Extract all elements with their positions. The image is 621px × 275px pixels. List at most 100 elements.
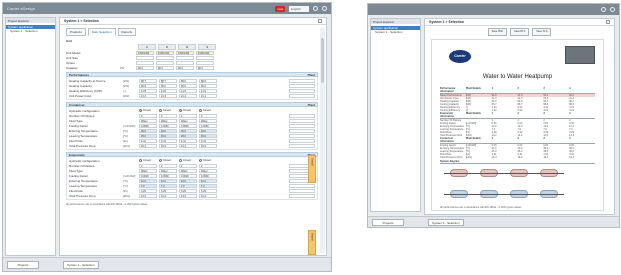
value-cell[interactable]: 0.0000	[199, 173, 217, 178]
new-badge[interactable]: new	[275, 5, 285, 12]
plant-value-cell[interactable]	[289, 133, 315, 138]
value-cell[interactable]: 61WG090	[176, 50, 194, 55]
value-cell[interactable]: Water	[179, 118, 197, 123]
value-cell[interactable]: 90.0	[136, 65, 154, 70]
value-cell[interactable]: Water	[179, 168, 197, 173]
radio-circle-icon[interactable]	[199, 109, 202, 112]
value-cell[interactable]: 4.23	[139, 88, 157, 93]
value-cell[interactable]: Water	[139, 118, 157, 123]
value-cell[interactable]: 88.6	[179, 78, 197, 83]
value-cell[interactable]: 2	[139, 163, 157, 168]
value-cell[interactable]	[196, 60, 214, 65]
tab-main-selection[interactable]: Main Selection	[87, 28, 116, 36]
value-cell[interactable]: 3.29	[159, 188, 177, 193]
plant-value-cell[interactable]	[289, 83, 315, 88]
value-cell[interactable]: 21.3	[139, 93, 157, 98]
value-cell[interactable]	[136, 55, 154, 60]
value-cell[interactable]: 45.0	[139, 133, 157, 138]
search-side-button-2[interactable]: Search	[308, 230, 316, 255]
projects-button[interactable]: Projects	[372, 219, 404, 226]
value-cell[interactable]: 12.0	[159, 178, 177, 183]
radio-option[interactable]: Closed	[179, 159, 197, 162]
scroll-thumb[interactable]	[321, 38, 324, 83]
plant-value-cell[interactable]	[289, 88, 315, 93]
value-cell[interactable]: 14.2	[159, 193, 177, 198]
value-cell[interactable]: 4.23	[159, 88, 177, 93]
radio-option[interactable]: Closed	[159, 109, 177, 112]
value-cell[interactable]: 3.29	[199, 188, 217, 193]
sidebar-item-selection[interactable]: System 1 - Selection	[371, 30, 420, 34]
radio-circle-icon[interactable]	[139, 109, 142, 112]
value-cell[interactable]: 14.2	[199, 193, 217, 198]
value-cell[interactable]	[196, 55, 214, 60]
value-cell[interactable]: 2	[199, 163, 217, 168]
plant-value-cell[interactable]	[289, 193, 315, 198]
value-cell[interactable]: 21.3	[159, 93, 177, 98]
close-icon[interactable]	[318, 19, 322, 23]
plant-value-cell[interactable]	[289, 123, 315, 128]
tab-products[interactable]: Products	[66, 28, 86, 36]
value-cell[interactable]: Water	[159, 118, 177, 123]
value-cell[interactable]: 90.0	[176, 65, 194, 70]
value-cell[interactable]: 0.0000	[199, 123, 217, 128]
value-cell[interactable]: 90.0	[179, 83, 197, 88]
radio-circle-icon[interactable]	[179, 109, 182, 112]
value-cell[interactable]: 2	[159, 163, 177, 168]
value-cell[interactable]	[176, 60, 194, 65]
value-cell[interactable]	[156, 60, 174, 65]
value-cell[interactable]: 0.0000	[139, 123, 157, 128]
value-cell[interactable]: Water	[159, 168, 177, 173]
search-side-button[interactable]: Search	[308, 155, 316, 183]
value-cell[interactable]: 19.4	[159, 143, 177, 148]
value-cell[interactable]: 4.31	[199, 138, 217, 143]
save-pdf-button[interactable]: Save PDF	[487, 28, 508, 36]
document-tab[interactable]: System 1 - Selection	[63, 261, 99, 269]
plant-value-cell[interactable]	[289, 128, 315, 133]
value-cell[interactable]: 12.0	[179, 178, 197, 183]
plant-value-cell[interactable]	[289, 93, 315, 98]
value-cell[interactable]: 61WG090	[136, 50, 154, 55]
value-cell[interactable]	[176, 55, 194, 60]
value-cell[interactable]: 90.0	[139, 83, 157, 88]
sidebar-item-selection[interactable]: System 1 - Selection	[6, 29, 55, 33]
value-cell[interactable]: 0.0000	[159, 123, 177, 128]
value-cell[interactable]: 12.0	[139, 178, 157, 183]
plant-value-cell[interactable]	[289, 138, 315, 143]
tab-reports[interactable]: Reports	[117, 28, 137, 36]
value-cell[interactable]: 45.0	[199, 133, 217, 138]
value-cell[interactable]: 0.0000	[159, 173, 177, 178]
save-rtf-button[interactable]: Save RTF	[510, 28, 530, 36]
radio-option[interactable]: Closed	[139, 109, 157, 112]
radio-circle-icon[interactable]	[139, 159, 142, 162]
radio-circle-icon[interactable]	[179, 159, 182, 162]
value-cell[interactable]: 19.4	[139, 143, 157, 148]
value-cell[interactable]: 4.31	[139, 138, 157, 143]
value-cell[interactable]: 19.4	[179, 143, 197, 148]
value-cell[interactable]: 45.0	[179, 133, 197, 138]
radio-option[interactable]: Closed	[139, 159, 157, 162]
value-cell[interactable]: 12.0	[199, 178, 217, 183]
value-cell[interactable]: 7.0	[159, 183, 177, 188]
value-cell[interactable]: 19.4	[199, 143, 217, 148]
value-cell[interactable]: 2	[139, 113, 157, 118]
value-cell[interactable]: 14.2	[139, 193, 157, 198]
value-cell[interactable]: 90.0	[199, 83, 217, 88]
radio-circle-icon[interactable]	[199, 159, 202, 162]
value-cell[interactable]: 61WG090	[156, 50, 174, 55]
value-cell[interactable]: 45.0	[159, 133, 177, 138]
radio-circle-icon[interactable]	[159, 159, 162, 162]
value-cell[interactable]: 0.0000	[139, 173, 157, 178]
user-icon[interactable]	[322, 6, 327, 11]
value-cell[interactable]: 90.0	[196, 65, 214, 70]
value-cell[interactable]: 88.6	[199, 78, 217, 83]
value-cell[interactable]: 7.0	[179, 183, 197, 188]
projects-button[interactable]: Projects	[7, 261, 39, 269]
help-icon[interactable]	[313, 6, 318, 11]
plant-value-cell[interactable]	[289, 113, 315, 118]
close-icon[interactable]	[606, 20, 610, 24]
radio-option[interactable]: Closed	[199, 159, 217, 162]
language-select[interactable]: English	[289, 5, 309, 12]
value-cell[interactable]: 7.0	[199, 183, 217, 188]
value-cell[interactable]: 7.0	[139, 183, 157, 188]
value-cell[interactable]: 2	[179, 113, 197, 118]
